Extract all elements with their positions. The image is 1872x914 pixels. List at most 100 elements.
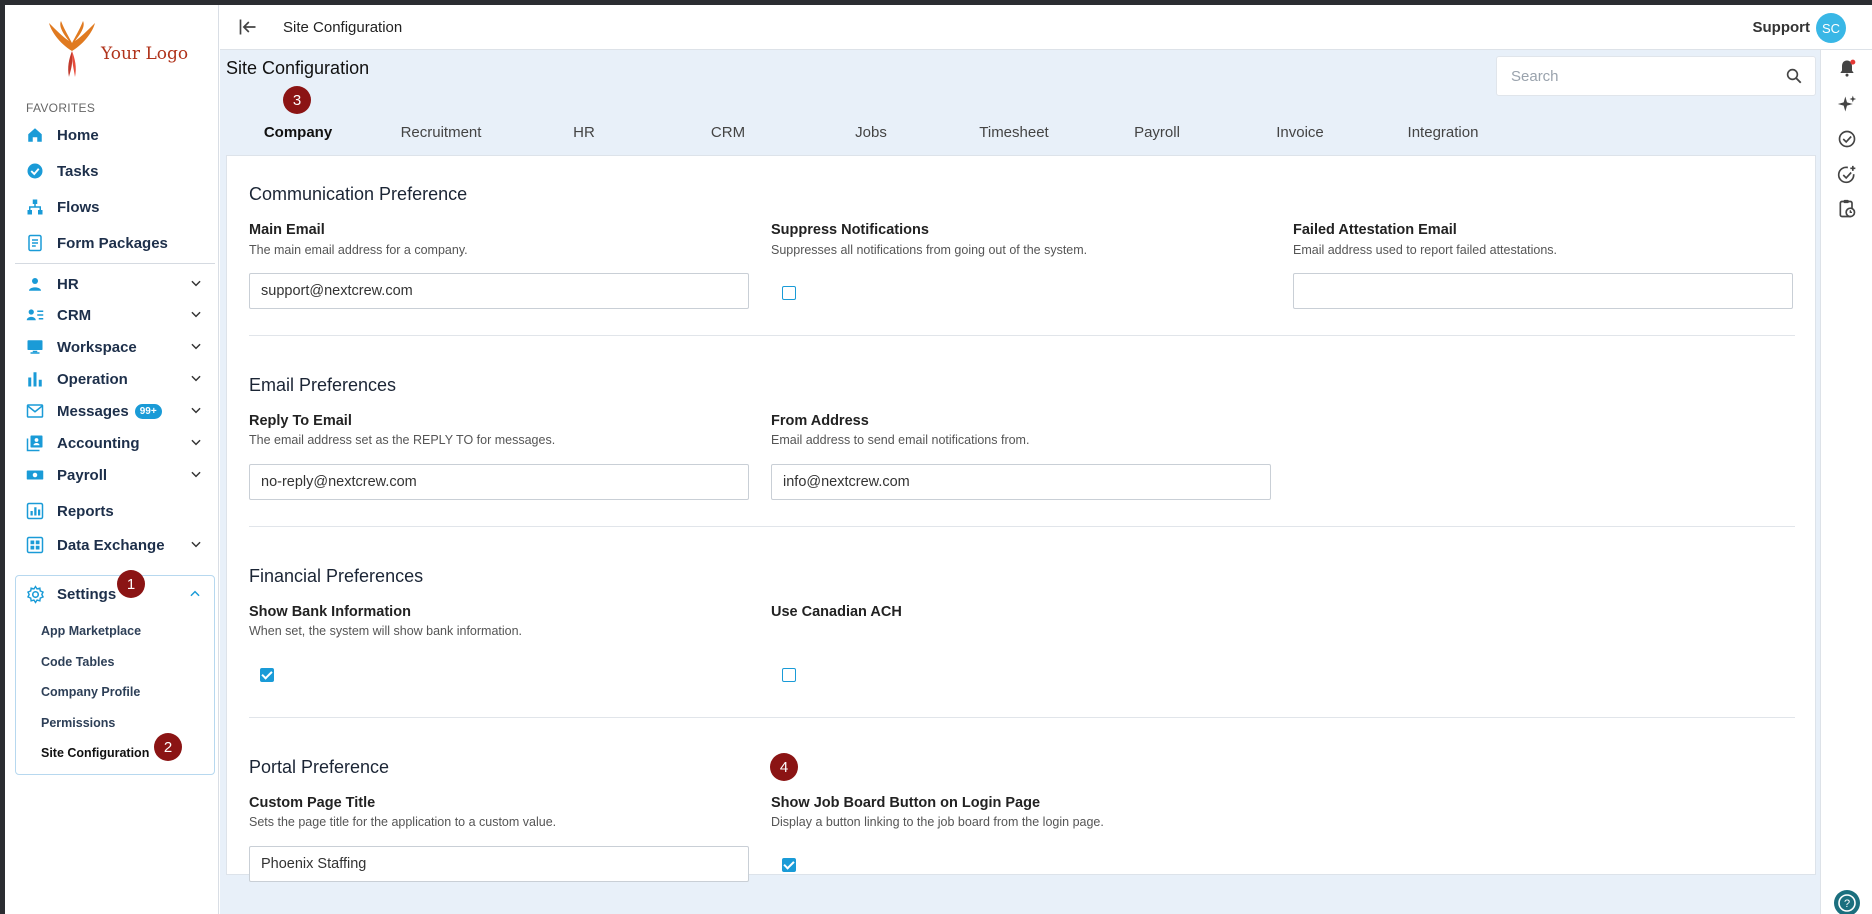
sidebar-item-label: CRM <box>57 306 92 324</box>
failed-attestation-email-label: Failed Attestation Email <box>1293 222 1457 238</box>
tab-company[interactable]: Company <box>226 124 370 141</box>
grid-icon <box>25 535 45 555</box>
from-address-input[interactable]: info@nextcrew.com <box>771 464 1271 500</box>
sidebar-item-crm[interactable]: CRM <box>15 299 215 331</box>
reply-to-email-input[interactable]: no-reply@nextcrew.com <box>249 464 749 500</box>
show-job-board-desc: Display a button linking to the job boar… <box>771 815 1104 829</box>
section-title-communication: Communication Preference <box>249 184 468 204</box>
help-button[interactable]: ? <box>1834 890 1860 914</box>
show-bank-info-checkbox[interactable] <box>260 668 274 682</box>
collapse-sidebar-icon[interactable] <box>238 17 258 37</box>
mail-icon <box>25 401 45 421</box>
failed-attestation-email-input[interactable] <box>1293 273 1793 309</box>
sidebar-nav: Home Tasks Flows Form Packages HR CRM Wo… <box>15 119 215 561</box>
tab-crm[interactable]: CRM <box>656 124 800 141</box>
sparkle-icon[interactable] <box>1837 94 1857 114</box>
user-name[interactable]: Support <box>1753 19 1811 36</box>
search-box[interactable]: Search <box>1496 56 1816 96</box>
from-address-label: From Address <box>771 413 869 429</box>
sidebar-item-accounting[interactable]: Accounting <box>15 427 215 459</box>
phoenix-logo-icon <box>49 21 95 77</box>
favorites-heading: FAVORITES <box>26 101 96 115</box>
custom-page-title-input[interactable]: Phoenix Staffing <box>249 846 749 882</box>
show-bank-info-desc: When set, the system will show bank info… <box>249 624 523 638</box>
section-title-email: Email Preferences <box>249 375 397 395</box>
main-email-label: Main Email <box>249 222 325 238</box>
tab-integration[interactable]: Integration <box>1371 124 1515 141</box>
sidebar-subitem-site-configuration[interactable]: Site Configuration <box>16 738 214 769</box>
sidebar-item-label: Data Exchange <box>57 536 165 554</box>
sidebar-item-messages[interactable]: Messages 99+ <box>15 395 215 427</box>
ledger-icon <box>25 433 45 453</box>
monitor-icon <box>25 337 45 357</box>
sidebar-subitem-app-marketplace[interactable]: App Marketplace <box>16 616 214 647</box>
sidebar-item-reports[interactable]: Reports <box>15 495 215 527</box>
clipboard-clock-icon[interactable] <box>1837 199 1857 219</box>
sidebar-item-operation[interactable]: Operation <box>15 363 215 395</box>
sidebar-item-label: Form Packages <box>57 234 168 252</box>
suppress-notifications-desc: Suppresses all notifications from going … <box>771 243 1088 257</box>
gear-icon <box>25 584 45 604</box>
chevron-down-icon <box>191 407 201 414</box>
section-title-financial: Financial Preferences <box>249 566 424 586</box>
main-content: Site Configuration Search 3 Company Recr… <box>220 50 1820 914</box>
chevron-down-icon <box>191 375 201 382</box>
bar-chart-icon <box>25 369 45 389</box>
sidebar-item-data-exchange[interactable]: Data Exchange <box>15 529 215 561</box>
settings-panel: Communication Preference Main Email The … <box>226 155 1816 882</box>
sidebar-item-label: Operation <box>57 370 128 388</box>
sidebar-subitem-company-profile[interactable]: Company Profile <box>16 677 214 708</box>
check-circle-icon <box>25 161 45 181</box>
step-marker-2: 2 <box>154 733 182 761</box>
sidebar-item-form-packages[interactable]: Form Packages <box>15 227 215 259</box>
company-logo[interactable]: Your Logo <box>47 19 197 81</box>
show-bank-info-label: Show Bank Information <box>249 604 411 620</box>
sidebar-item-label: Tasks <box>57 162 99 180</box>
sidebar-item-label: HR <box>57 275 79 293</box>
suppress-notifications-checkbox[interactable] <box>782 286 796 300</box>
show-job-board-label: Show Job Board Button on Login Page <box>771 795 1041 811</box>
avatar[interactable]: SC <box>1816 13 1846 43</box>
sidebar-item-label: Accounting <box>57 434 140 452</box>
search-icon[interactable] <box>1785 67 1803 85</box>
bell-icon[interactable] <box>1837 58 1857 78</box>
sidebar-item-tasks[interactable]: Tasks <box>15 155 215 187</box>
chevron-down-icon <box>191 280 201 287</box>
use-canadian-ach-label: Use Canadian ACH <box>771 604 902 620</box>
sidebar-item-label: Flows <box>57 198 100 216</box>
tab-invoice[interactable]: Invoice <box>1228 124 1372 141</box>
sidebar-item-home[interactable]: Home <box>15 119 215 151</box>
sidebar-subitem-permissions[interactable]: Permissions <box>16 708 214 739</box>
tab-jobs[interactable]: Jobs <box>799 124 943 141</box>
sidebar: Your Logo FAVORITES Home Tasks Flows For… <box>5 5 219 914</box>
sidebar-subitem-code-tables[interactable]: Code Tables <box>16 647 214 678</box>
main-email-input[interactable]: support@nextcrew.com <box>249 273 749 309</box>
sidebar-item-payroll[interactable]: Payroll <box>15 459 215 491</box>
use-canadian-ach-checkbox[interactable] <box>782 668 796 682</box>
sidebar-item-label: Workspace <box>57 338 137 356</box>
step-marker-4: 4 <box>770 753 798 781</box>
sidebar-item-flows[interactable]: Flows <box>15 191 215 223</box>
chevron-up-icon <box>190 590 200 597</box>
tab-timesheet[interactable]: Timesheet <box>942 124 1086 141</box>
section-divider <box>249 526 1795 527</box>
sidebar-item-workspace[interactable]: Workspace <box>15 331 215 363</box>
tab-payroll[interactable]: Payroll <box>1085 124 1229 141</box>
search-input[interactable]: Search <box>1511 68 1559 85</box>
home-icon <box>25 125 45 145</box>
sidebar-item-settings[interactable]: Settings <box>16 578 214 610</box>
add-task-icon[interactable] <box>1837 165 1857 185</box>
tab-recruitment[interactable]: Recruitment <box>369 124 513 141</box>
sidebar-item-hr[interactable]: HR <box>15 268 215 300</box>
chevron-down-icon <box>191 541 201 548</box>
show-job-board-checkbox[interactable] <box>782 858 796 872</box>
form-icon <box>25 233 45 253</box>
from-address-desc: Email address to send email notification… <box>771 433 1030 447</box>
check-circle-outline-icon[interactable] <box>1837 129 1857 149</box>
sidebar-item-label: Payroll <box>57 466 108 484</box>
sidebar-item-label: Home <box>57 126 99 144</box>
svg-text:?: ? <box>1844 898 1850 910</box>
tab-hr[interactable]: HR <box>512 124 656 141</box>
report-icon <box>25 501 45 521</box>
page-title: Site Configuration <box>226 58 370 78</box>
